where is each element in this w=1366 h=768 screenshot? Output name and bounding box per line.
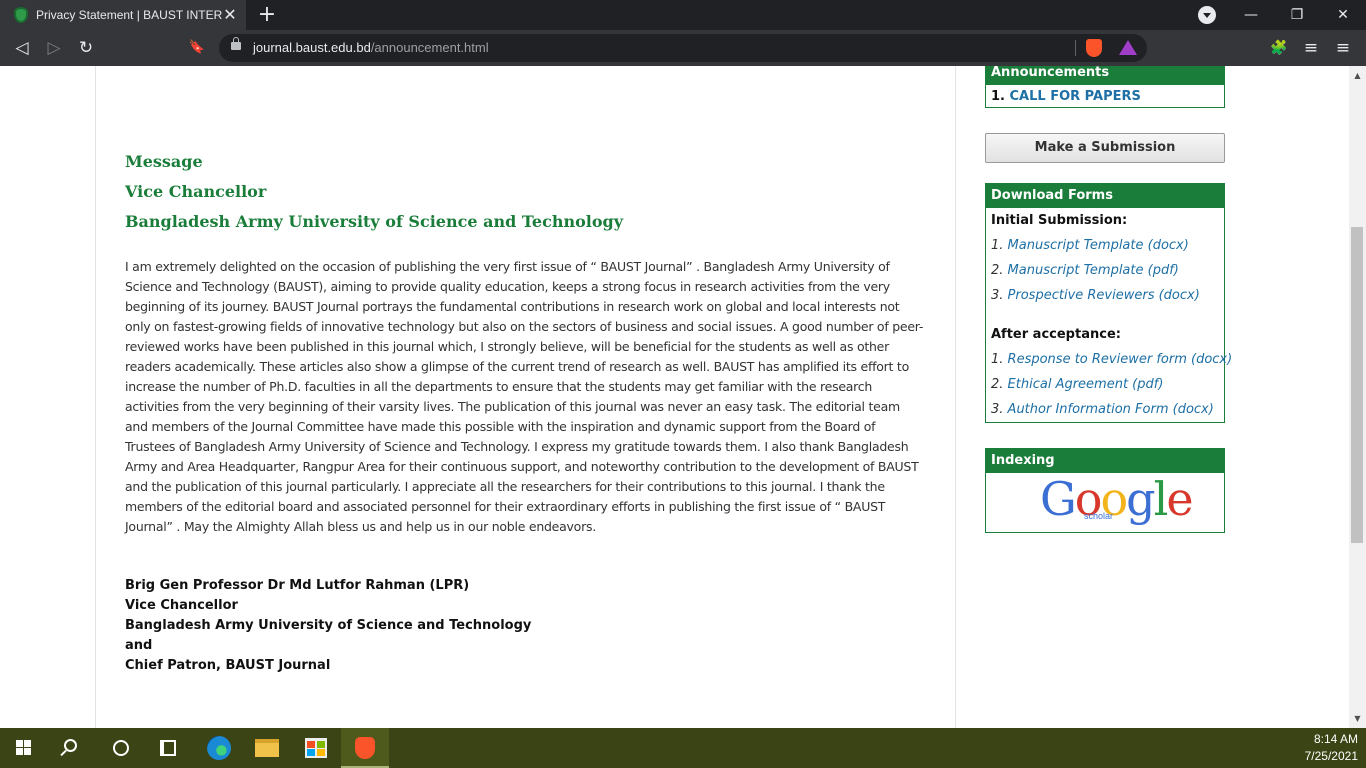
web-page: Message Vice Chancellor Bangladesh Army … bbox=[0, 66, 1349, 728]
google-scholar-logo[interactable]: Google scholar bbox=[986, 473, 1224, 533]
brave-rewards-icon[interactable] bbox=[1119, 40, 1137, 55]
indexing-title: Indexing bbox=[986, 449, 1224, 473]
new-tab-button[interactable]: + bbox=[254, 2, 280, 28]
restore-button[interactable]: ❐ bbox=[1274, 0, 1320, 30]
cortana-icon bbox=[113, 740, 129, 756]
tab-search-icon[interactable] bbox=[1198, 6, 1216, 24]
announcement-link[interactable]: CALL FOR PAPERS bbox=[1010, 89, 1141, 104]
url-text[interactable]: journal.baust.edu.bd/announcement.html bbox=[253, 40, 489, 55]
google-letter: l bbox=[1153, 472, 1169, 526]
google-letter: e bbox=[1166, 472, 1193, 526]
taskbar-brave[interactable] bbox=[341, 728, 389, 768]
scholar-text: scholar bbox=[1084, 511, 1114, 521]
message-heading: Message bbox=[125, 152, 203, 171]
main-content: Message Vice Chancellor Bangladesh Army … bbox=[95, 66, 956, 728]
brave-shields-icon[interactable] bbox=[1086, 39, 1102, 57]
address-bar[interactable]: journal.baust.edu.bd/announcement.html bbox=[219, 34, 1147, 62]
clock-date: 7/25/2021 bbox=[1304, 749, 1358, 763]
playlist-icon[interactable]: ≡ bbox=[1299, 36, 1323, 60]
signature-name: Brig Gen Professor Dr Md Lutfor Rahman (… bbox=[125, 578, 470, 593]
taskbar-file-explorer[interactable] bbox=[243, 728, 291, 768]
message-subheading-title: Vice Chancellor bbox=[125, 182, 267, 201]
close-window-button[interactable]: ✕ bbox=[1320, 0, 1366, 30]
windows-logo-icon bbox=[16, 740, 32, 756]
after-form-link[interactable]: 2. Ethical Agreement (pdf) bbox=[986, 372, 1224, 397]
system-clock[interactable]: 8:14 AM 7/25/2021 bbox=[1305, 731, 1358, 765]
signature-title: Vice Chancellor bbox=[125, 598, 238, 613]
tab-title: Privacy Statement | BAUST INTERNATIONAL bbox=[36, 8, 222, 22]
task-view-button[interactable] bbox=[144, 728, 192, 768]
message-body: I am extremely delighted on the occasion… bbox=[125, 259, 924, 534]
back-button[interactable]: ◁ bbox=[10, 36, 34, 60]
indexing-block: Indexing Google scholar bbox=[985, 448, 1225, 533]
taskbar-store[interactable] bbox=[292, 728, 340, 768]
signature-and: and bbox=[125, 638, 153, 653]
after-acceptance-label: After acceptance: bbox=[991, 327, 1121, 342]
after-form-link[interactable]: 1. Response to Reviewer form (docx) bbox=[986, 347, 1232, 372]
announcement-item[interactable]: 1. CALL FOR PAPERS bbox=[986, 85, 1224, 109]
google-letter: G bbox=[1040, 472, 1077, 526]
signature-university: Bangladesh Army University of Science an… bbox=[125, 618, 532, 633]
bookmark-icon[interactable]: 🔖 bbox=[185, 36, 209, 60]
task-view-icon bbox=[160, 740, 176, 756]
initial-form-link[interactable]: 2. Manuscript Template (pdf) bbox=[986, 258, 1224, 283]
store-icon bbox=[305, 738, 327, 758]
browser-menu-icon[interactable]: ≡ bbox=[1331, 36, 1355, 60]
reload-button[interactable]: ↻ bbox=[74, 36, 98, 60]
clock-time: 8:14 AM bbox=[1313, 732, 1358, 746]
scrollbar-thumb[interactable] bbox=[1351, 227, 1363, 543]
forward-button[interactable]: ▷ bbox=[42, 36, 66, 60]
signature-block: Brig Gen Professor Dr Md Lutfor Rahman (… bbox=[125, 576, 531, 676]
tab-strip: Privacy Statement | BAUST INTERNATIONAL … bbox=[0, 0, 1366, 30]
cortana-button[interactable] bbox=[96, 728, 144, 768]
windows-taskbar: 8:14 AM 7/25/2021 bbox=[0, 728, 1366, 768]
scroll-down-arrow-icon[interactable]: ▼ bbox=[1349, 710, 1366, 727]
after-form-link[interactable]: 3. Author Information Form (docx) bbox=[986, 397, 1224, 422]
announcements-block: Announcements 1. CALL FOR PAPERS bbox=[985, 66, 1225, 108]
edge-icon bbox=[207, 736, 231, 760]
tab-close-icon[interactable]: ✕ bbox=[220, 5, 240, 25]
file-explorer-icon bbox=[255, 739, 279, 757]
search-icon bbox=[64, 739, 77, 752]
omnibox-divider bbox=[1075, 40, 1076, 56]
signature-role: Chief Patron, BAUST Journal bbox=[125, 658, 331, 673]
announcements-title: Announcements bbox=[986, 66, 1224, 85]
extensions-icon[interactable]: 🧩 bbox=[1267, 36, 1291, 60]
minimize-button[interactable]: — bbox=[1228, 0, 1274, 30]
baust-favicon-icon bbox=[14, 7, 28, 23]
initial-form-link[interactable]: 1. Manuscript Template (docx) bbox=[986, 233, 1224, 258]
google-wordmark: Google bbox=[1040, 472, 1194, 526]
initial-submission-label: Initial Submission: bbox=[991, 213, 1128, 228]
make-submission-button[interactable]: Make a Submission bbox=[985, 133, 1225, 163]
browser-tab-active[interactable]: Privacy Statement | BAUST INTERNATIONAL … bbox=[0, 0, 246, 30]
download-forms-block: Download Forms Initial Submission: 1. Ma… bbox=[985, 183, 1232, 423]
scroll-up-arrow-icon[interactable]: ▲ bbox=[1349, 67, 1366, 84]
lock-icon[interactable] bbox=[231, 37, 241, 50]
brave-icon bbox=[355, 737, 375, 759]
initial-form-link[interactable]: 3. Prospective Reviewers (docx) bbox=[986, 283, 1224, 308]
download-forms-title: Download Forms bbox=[986, 184, 1224, 208]
google-letter: g bbox=[1126, 472, 1155, 526]
taskbar-search-button[interactable] bbox=[48, 728, 96, 768]
start-button[interactable] bbox=[0, 728, 48, 768]
message-subheading-university: Bangladesh Army University of Science an… bbox=[125, 212, 624, 231]
taskbar-edge[interactable] bbox=[195, 728, 243, 768]
